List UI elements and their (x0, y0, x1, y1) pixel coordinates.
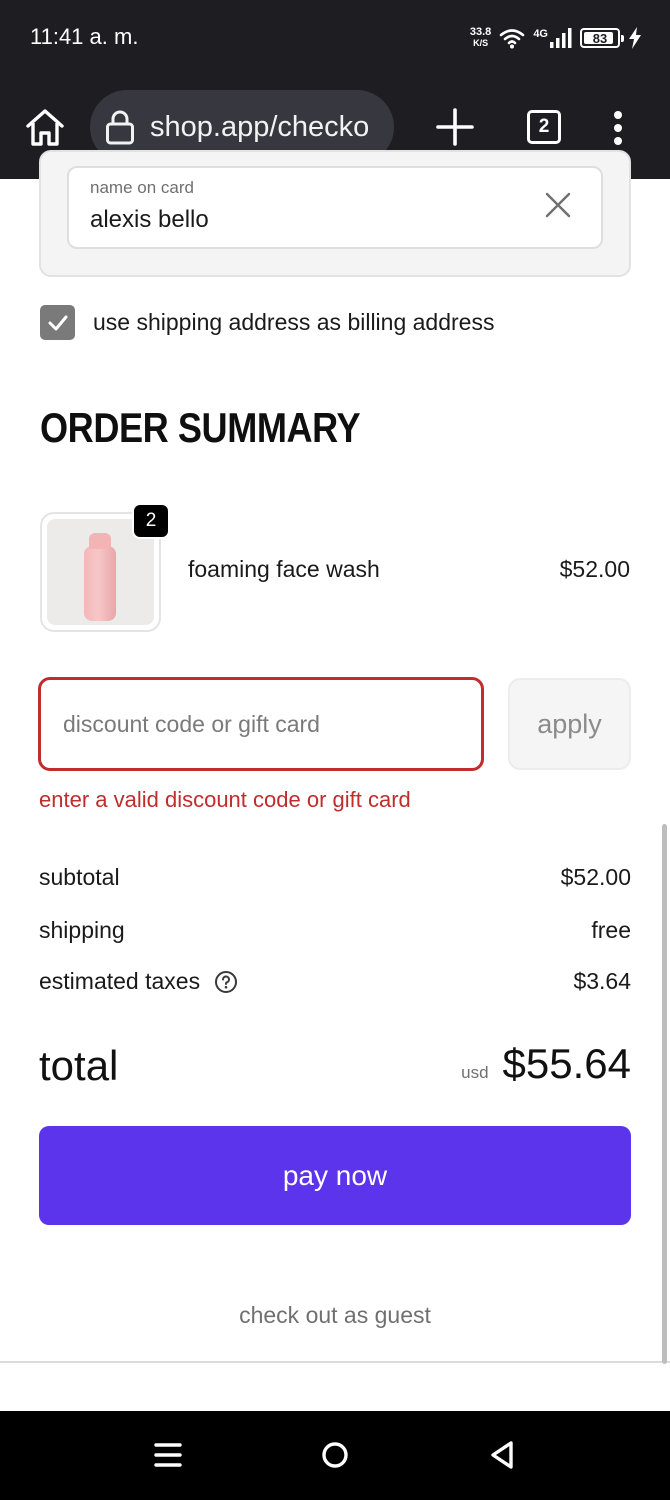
pay-now-button[interactable]: pay now (39, 1126, 631, 1225)
subtotal-label: subtotal (39, 864, 120, 890)
product-bottle (84, 546, 116, 621)
page-scrollbar[interactable] (662, 824, 667, 1364)
clear-field-button[interactable] (543, 190, 573, 220)
subtotal-row: subtotal $52.00 (39, 864, 631, 891)
quantity-badge: 2 (132, 503, 170, 539)
url-text: shop.app/checko (150, 110, 370, 143)
tab-count: 2 (538, 116, 550, 137)
order-summary-title: ORDER SUMMARY (40, 404, 361, 451)
total-amount: $55.64 (502, 1040, 631, 1087)
home-nav-button[interactable] (315, 1435, 355, 1475)
billing-address-option[interactable]: use shipping address as billing address (40, 305, 494, 340)
billing-checkbox-label: use shipping address as billing address (93, 309, 495, 335)
billing-checkbox[interactable] (40, 305, 75, 340)
shipping-label: shipping (39, 917, 125, 943)
menu-dot (614, 124, 622, 132)
product-name: foaming face wash (188, 556, 380, 582)
back-button[interactable] (482, 1435, 522, 1475)
new-tab-button[interactable] (432, 104, 478, 150)
apply-discount-button[interactable]: apply (508, 678, 631, 770)
network-speed-unit: K/S (473, 38, 489, 48)
status-icons: 33.8 K/S 4G 83 (470, 20, 642, 56)
product-bottle-cap (89, 533, 111, 549)
product-price: $52.00 (559, 556, 630, 582)
network-type: 4G (533, 28, 548, 40)
battery-level: 83 (592, 30, 608, 46)
guest-checkout-link[interactable]: check out as guest (0, 1302, 670, 1329)
system-navigation-bar (0, 1411, 670, 1500)
taxes-value: $3.64 (573, 968, 631, 994)
name-on-card-field[interactable]: name on card alexis bello (67, 166, 603, 249)
lock-icon (106, 110, 134, 145)
total-label: total (39, 1042, 119, 1089)
battery-icon: 83 (580, 28, 624, 48)
status-bar: 11:41 a. m. 33.8 K/S 4G 83 (0, 0, 670, 78)
divider (0, 1361, 670, 1363)
shipping-row: shipping free (39, 917, 631, 944)
home-icon (26, 109, 64, 146)
home-button[interactable] (22, 104, 68, 150)
total-currency: usd (461, 1063, 489, 1082)
circle-home-icon (322, 1442, 348, 1468)
help-icon[interactable] (214, 970, 238, 994)
menu-dot (614, 137, 622, 145)
total-amount-group: usd $55.64 (461, 1040, 631, 1088)
taxes-label: estimated taxes (39, 968, 201, 994)
name-on-card-label: name on card (90, 178, 194, 197)
signal-icon: 4G (533, 28, 572, 48)
tabs-button[interactable]: 2 (527, 110, 561, 144)
subtotal-value: $52.00 (560, 864, 631, 890)
charging-icon (629, 27, 641, 49)
recent-apps-button[interactable] (148, 1435, 188, 1475)
recents-icon (154, 1443, 182, 1467)
total-row: total usd $55.64 (39, 1040, 631, 1094)
discount-error-message: enter a valid discount code or gift card (39, 787, 411, 812)
back-triangle-icon (491, 1441, 513, 1469)
status-time: 11:41 a. m. (30, 24, 139, 49)
menu-dot (614, 111, 622, 119)
taxes-row: estimated taxes $3.64 (39, 968, 631, 995)
wifi-icon (500, 29, 525, 49)
shipping-value: free (591, 917, 631, 943)
discount-code-input[interactable] (38, 677, 484, 771)
network-speed-value: 33.8 (469, 26, 492, 38)
more-menu-button[interactable] (603, 108, 633, 148)
check-icon (48, 315, 67, 330)
taxes-label-group: estimated taxes (39, 968, 238, 995)
name-on-card-value[interactable]: alexis bello (90, 206, 209, 234)
network-speed: 33.8 K/S (470, 27, 491, 49)
